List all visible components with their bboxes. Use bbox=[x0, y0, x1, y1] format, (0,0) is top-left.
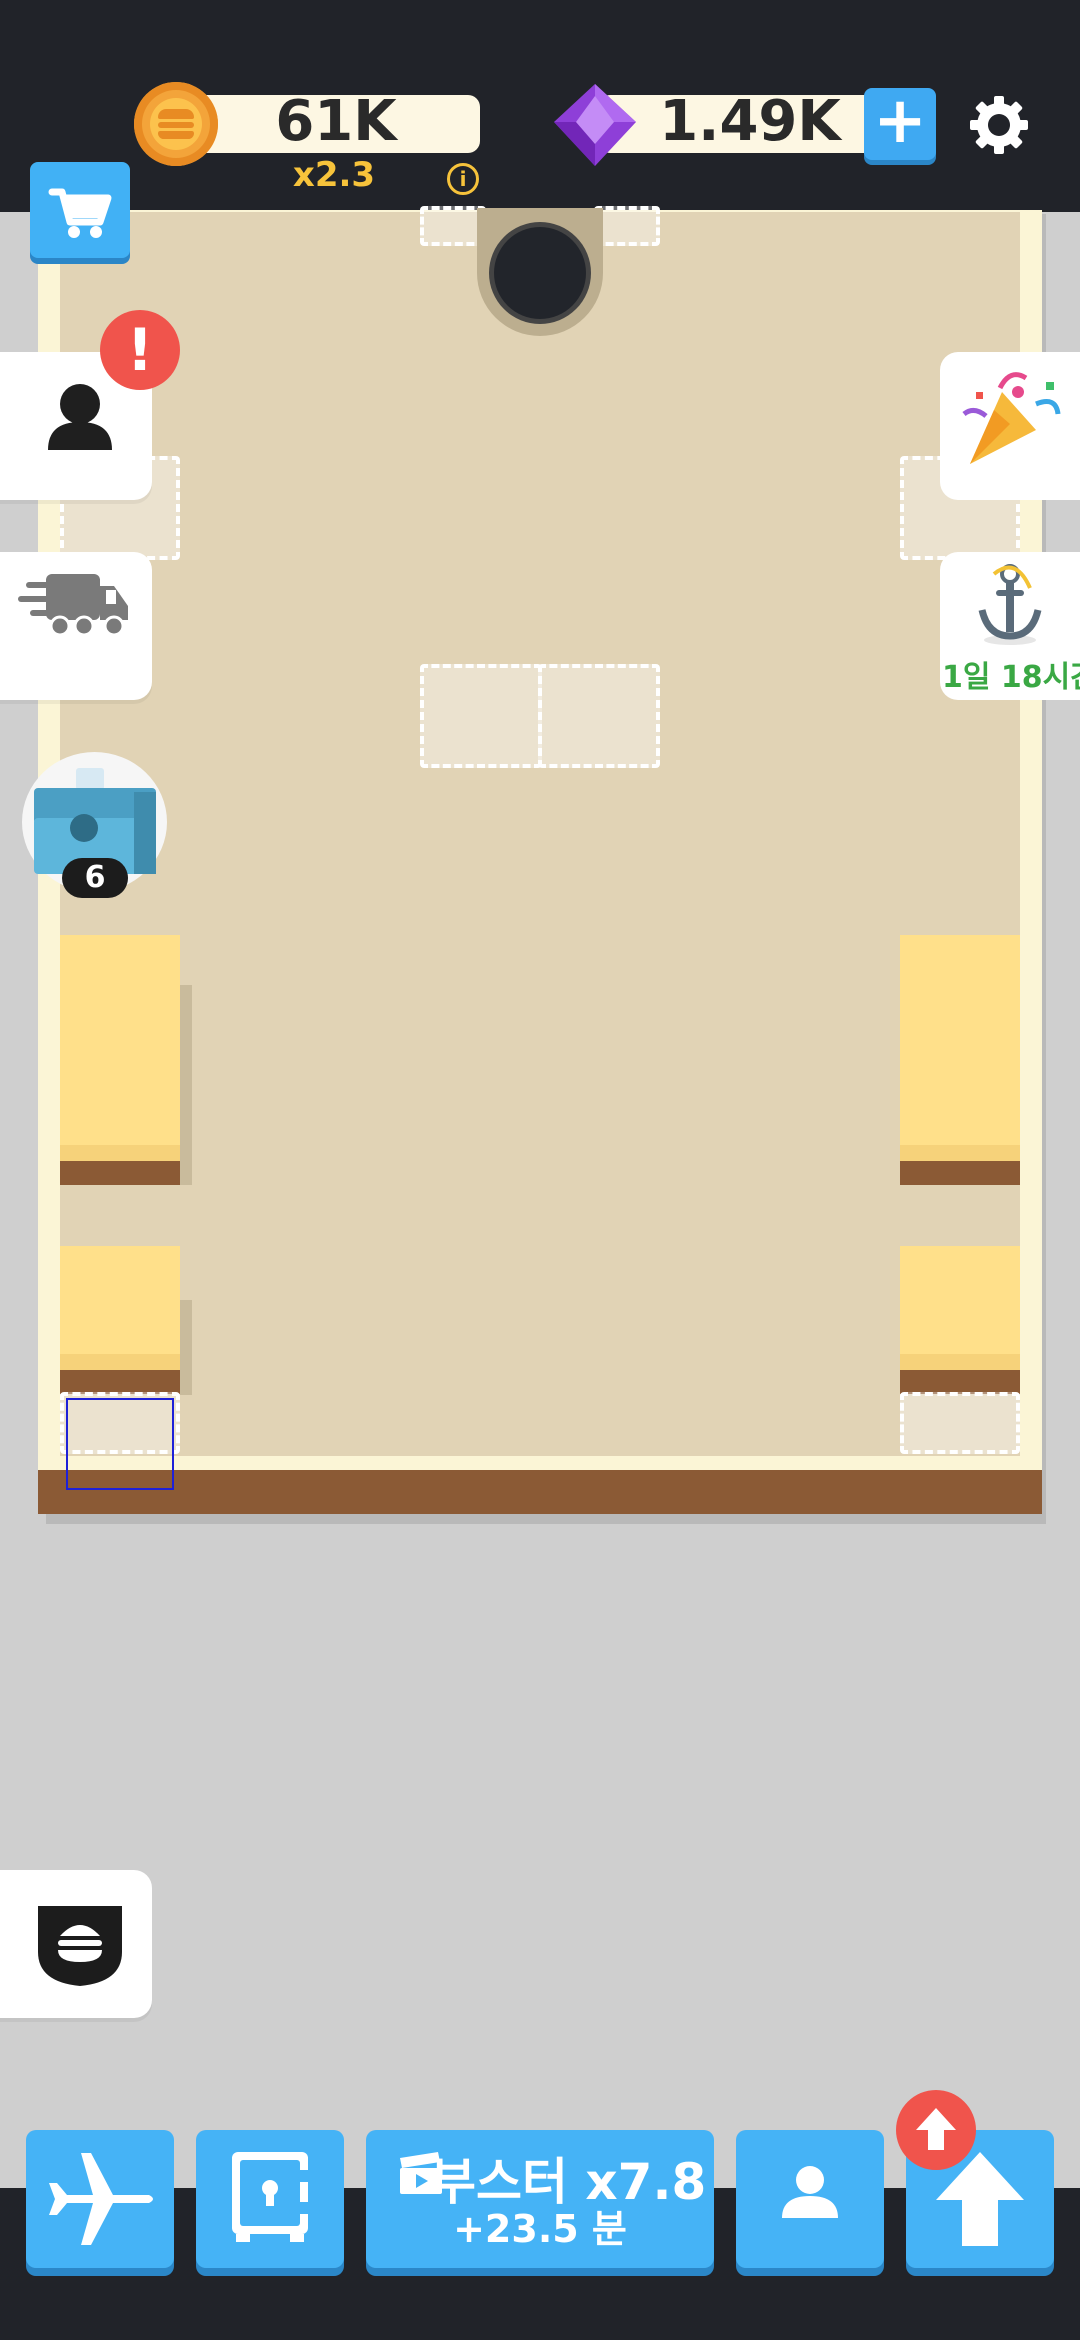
chest-count-badge: 6 bbox=[62, 858, 128, 898]
empty-slot[interactable] bbox=[900, 1392, 1020, 1454]
empty-slot[interactable] bbox=[594, 206, 660, 246]
selection-box bbox=[66, 1398, 174, 1490]
info-icon[interactable]: i bbox=[447, 163, 479, 195]
counter-table[interactable] bbox=[60, 935, 180, 1185]
coin-multiplier: x2.3 bbox=[292, 155, 376, 195]
counter-table[interactable] bbox=[60, 1246, 180, 1394]
coin-icon bbox=[134, 82, 218, 166]
plus-icon: + bbox=[873, 84, 927, 158]
entrance-hole bbox=[494, 227, 586, 319]
coin-value: 61K bbox=[275, 89, 397, 154]
restaurant-floor[interactable] bbox=[60, 212, 1020, 1456]
anchor-timer: 1일 18시간 bbox=[942, 660, 1080, 695]
anchor-icon bbox=[978, 564, 1042, 645]
safe-icon bbox=[232, 2152, 308, 2242]
shop-cart-button[interactable] bbox=[30, 162, 130, 258]
manager-button[interactable] bbox=[736, 2130, 884, 2268]
airplane-icon bbox=[49, 2153, 153, 2245]
cart-icon bbox=[48, 188, 112, 238]
travel-button[interactable] bbox=[26, 2130, 174, 2268]
table-shadow bbox=[180, 985, 192, 1185]
counter-table[interactable] bbox=[900, 1246, 1020, 1394]
booster-time: +23.5 분 bbox=[453, 2207, 627, 2251]
counter-table[interactable] bbox=[900, 935, 1020, 1185]
gem-icon bbox=[554, 84, 636, 166]
gear-icon[interactable] bbox=[966, 92, 1032, 158]
empty-slot[interactable] bbox=[420, 664, 542, 768]
board-base bbox=[38, 1470, 1042, 1514]
arrow-up-icon bbox=[916, 2108, 956, 2150]
truck-icon bbox=[18, 574, 128, 637]
table-shadow bbox=[180, 1300, 192, 1395]
safe-button[interactable] bbox=[196, 2130, 344, 2268]
person-icon bbox=[782, 2166, 838, 2218]
party-popper-icon bbox=[962, 372, 1061, 464]
gem-value: 1.49K bbox=[659, 89, 841, 154]
burger-shield-icon bbox=[38, 1906, 122, 1986]
alert-badge: ! bbox=[100, 310, 180, 390]
burger-menu-button[interactable] bbox=[0, 1870, 152, 2018]
upgrade-alert-badge bbox=[896, 2090, 976, 2170]
party-event-button[interactable] bbox=[940, 352, 1080, 500]
delivery-button[interactable] bbox=[0, 552, 152, 700]
empty-slot[interactable] bbox=[538, 664, 660, 768]
add-gems-button[interactable]: + bbox=[864, 88, 936, 160]
